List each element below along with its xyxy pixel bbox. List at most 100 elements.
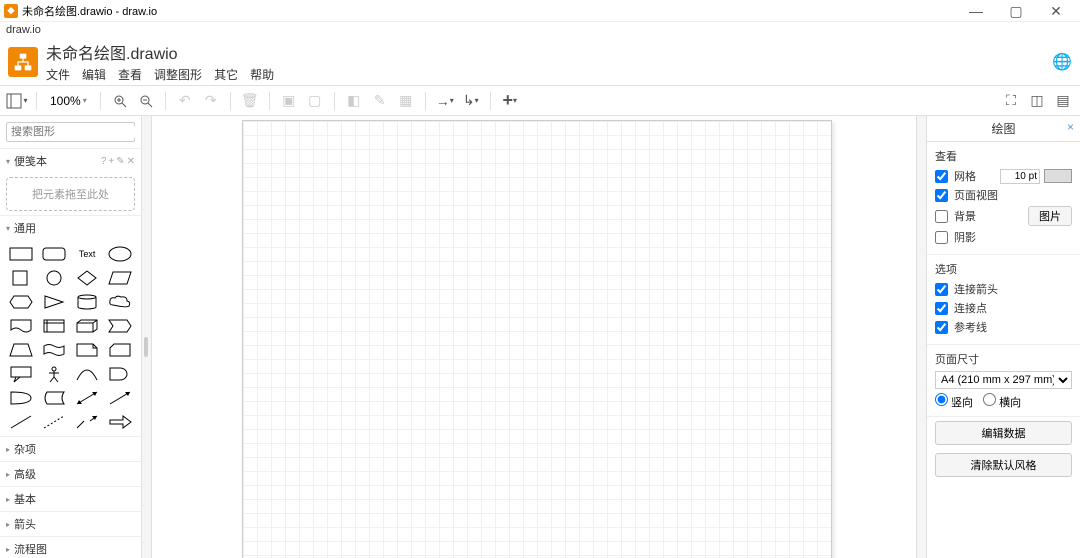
fullscreen-icon[interactable]: ⛶ xyxy=(1000,90,1022,112)
shape-arrow-thick[interactable] xyxy=(104,410,137,434)
format-panel-icon[interactable]: ◫ xyxy=(1026,90,1048,112)
shape-curve[interactable] xyxy=(71,362,104,386)
document-title[interactable]: 未命名绘图.drawio xyxy=(46,40,274,64)
arrows-checkbox[interactable] xyxy=(935,283,948,296)
connection-icon[interactable]: →▾ xyxy=(434,90,456,112)
shape-cylinder[interactable] xyxy=(71,290,104,314)
palette-arrows[interactable]: ▸箭头 xyxy=(0,512,141,536)
shape-rounded[interactable] xyxy=(37,242,70,266)
menu-help[interactable]: 帮助 xyxy=(250,66,274,83)
splitter-left[interactable] xyxy=(142,116,152,558)
shape-trapezoid[interactable] xyxy=(4,338,37,362)
grid-size-input[interactable] xyxy=(1000,169,1040,184)
shape-actor[interactable] xyxy=(37,362,70,386)
palette-scratchpad[interactable]: ▾便笺本 ?+✎✕ xyxy=(0,149,141,173)
waypoint-icon[interactable]: ↳▾ xyxy=(460,90,482,112)
palette-flowchart[interactable]: ▸流程图 xyxy=(0,537,141,558)
shape-cube[interactable] xyxy=(71,314,104,338)
delete-icon[interactable]: 🗑 xyxy=(239,90,261,112)
shape-internal[interactable] xyxy=(37,314,70,338)
shape-line[interactable] xyxy=(4,410,37,434)
points-checkbox[interactable] xyxy=(935,302,948,315)
scratchpad-help-icon[interactable]: ? xyxy=(101,156,107,167)
shape-card[interactable] xyxy=(104,338,137,362)
scratchpad-dropzone[interactable]: 把元素拖至此处 xyxy=(6,177,135,211)
search-shapes[interactable]: 🔍 xyxy=(6,122,135,142)
menu-edit[interactable]: 编辑 xyxy=(82,66,106,83)
outline-panel-icon[interactable]: ▤ xyxy=(1052,90,1074,112)
zoom-select[interactable]: 100%▾ xyxy=(45,93,92,109)
fill-color-icon[interactable]: ◧ xyxy=(343,90,365,112)
shape-callout[interactable] xyxy=(4,362,37,386)
search-input[interactable] xyxy=(11,126,142,138)
shape-arrow-bidi[interactable] xyxy=(71,386,104,410)
undo-icon[interactable]: ↶ xyxy=(174,90,196,112)
shape-diamond[interactable] xyxy=(71,266,104,290)
menu-other[interactable]: 其它 xyxy=(214,66,238,83)
shadow-checkbox[interactable] xyxy=(935,231,948,244)
portrait-radio[interactable]: 竖向 xyxy=(935,393,973,410)
format-panel-close-icon[interactable]: × xyxy=(1067,120,1074,134)
papersize-select[interactable]: A4 (210 mm x 297 mm) xyxy=(935,371,1072,389)
landscape-radio[interactable]: 横向 xyxy=(983,393,1021,410)
edit-data-button[interactable]: 编辑数据 xyxy=(935,421,1072,445)
close-button[interactable]: ✕ xyxy=(1036,1,1076,21)
zoom-in-icon[interactable] xyxy=(109,90,131,112)
shape-circle[interactable] xyxy=(37,266,70,290)
shape-or[interactable] xyxy=(104,362,137,386)
grid-checkbox[interactable] xyxy=(935,170,948,183)
shape-square[interactable] xyxy=(4,266,37,290)
shadow-icon[interactable]: ▦ xyxy=(395,90,417,112)
shape-parallelogram[interactable] xyxy=(104,266,137,290)
to-front-icon[interactable]: ▣ xyxy=(278,90,300,112)
shape-dashed[interactable] xyxy=(37,410,70,434)
pageview-checkbox[interactable] xyxy=(935,189,948,202)
background-image-button[interactable]: 图片 xyxy=(1028,206,1072,226)
app-logo xyxy=(8,47,38,77)
clear-style-button[interactable]: 清除默认风格 xyxy=(935,453,1072,477)
scratchpad-close-icon[interactable]: ✕ xyxy=(127,156,135,167)
shape-ellipse[interactable] xyxy=(104,242,137,266)
scratchpad-add-icon[interactable]: + xyxy=(108,156,114,167)
zoom-out-icon[interactable] xyxy=(135,90,157,112)
palette-basic[interactable]: ▸基本 xyxy=(0,487,141,511)
canvas-page[interactable] xyxy=(242,120,832,558)
shape-cloud[interactable] xyxy=(104,290,137,314)
guides-checkbox[interactable] xyxy=(935,321,948,334)
grid-color-swatch[interactable] xyxy=(1044,169,1072,183)
palette-misc[interactable]: ▸杂项 xyxy=(0,437,141,461)
section-pagesize-heading: 页面尺寸 xyxy=(935,351,1072,367)
palette-advanced[interactable]: ▸高级 xyxy=(0,462,141,486)
shape-and[interactable] xyxy=(4,386,37,410)
line-color-icon[interactable]: ✎ xyxy=(369,90,391,112)
menu-extras[interactable]: 调整图形 xyxy=(154,66,202,83)
view-dropdown[interactable]: ▾ xyxy=(6,90,28,112)
shape-arrow[interactable] xyxy=(104,386,137,410)
shape-tape[interactable] xyxy=(37,338,70,362)
redo-icon[interactable]: ↷ xyxy=(200,90,222,112)
background-checkbox[interactable] xyxy=(935,210,948,223)
shape-text[interactable]: Text xyxy=(71,242,104,266)
shape-hexagon[interactable] xyxy=(4,290,37,314)
section-view-heading: 查看 xyxy=(935,148,1072,164)
shape-link[interactable] xyxy=(71,410,104,434)
language-icon[interactable]: 🌐 xyxy=(1052,52,1072,72)
insert-icon[interactable]: +▾ xyxy=(499,90,521,112)
format-panel-title: 绘图 xyxy=(991,122,1015,136)
to-back-icon[interactable]: ▢ xyxy=(304,90,326,112)
menu-view[interactable]: 查看 xyxy=(118,66,142,83)
shape-document[interactable] xyxy=(4,314,37,338)
canvas-area[interactable] xyxy=(152,116,916,558)
section-options-heading: 选项 xyxy=(935,261,1072,277)
shape-datastore[interactable] xyxy=(37,386,70,410)
maximize-button[interactable]: ▢ xyxy=(996,1,1036,21)
menu-file[interactable]: 文件 xyxy=(46,66,70,83)
shape-rect[interactable] xyxy=(4,242,37,266)
splitter-right[interactable] xyxy=(916,116,926,558)
palette-general[interactable]: ▾通用 xyxy=(0,216,141,240)
shape-note[interactable] xyxy=(71,338,104,362)
shape-triangle[interactable] xyxy=(37,290,70,314)
shape-step[interactable] xyxy=(104,314,137,338)
minimize-button[interactable]: — xyxy=(956,1,996,21)
scratchpad-edit-icon[interactable]: ✎ xyxy=(116,156,124,167)
